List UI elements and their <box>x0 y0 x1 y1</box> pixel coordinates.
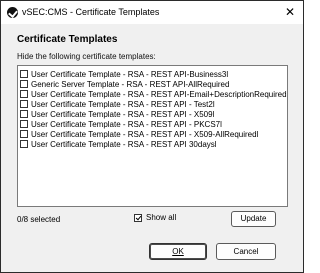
list-item[interactable]: User Certificate Template - RSA - REST A… <box>20 129 258 139</box>
show-all-toggle[interactable]: Show all <box>134 213 176 222</box>
window-title: vSEC:CMS - Certificate Templates <box>22 7 160 17</box>
cancel-button[interactable]: Cancel <box>216 243 276 260</box>
list-item[interactable]: Generic Server Template - RSA - REST API… <box>20 79 229 89</box>
dialog-body: Certificate Templates Hide the following… <box>1 24 303 272</box>
template-checkbox[interactable] <box>20 130 28 138</box>
list-item[interactable]: User Certificate Template - RSA - REST A… <box>20 69 228 79</box>
show-all-label: Show all <box>146 213 177 222</box>
certificate-templates-dialog: vSEC:CMS - Certificate Templates ✕ Certi… <box>0 0 304 273</box>
update-button[interactable]: Update <box>231 211 276 227</box>
template-checkbox[interactable] <box>20 90 28 98</box>
ok-button[interactable]: OK <box>149 243 207 260</box>
dialog-heading: Certificate Templates <box>17 34 118 45</box>
title-bar[interactable]: vSEC:CMS - Certificate Templates ✕ <box>1 1 303 24</box>
cancel-button-label: Cancel <box>233 247 259 256</box>
template-checkbox[interactable] <box>20 100 28 108</box>
template-label: User Certificate Template - RSA - REST A… <box>31 119 222 129</box>
list-item[interactable]: User Certificate Template - RSA - REST A… <box>20 139 217 149</box>
ok-button-label: OK <box>172 247 184 256</box>
template-label: User Certificate Template - RSA - REST A… <box>31 89 288 99</box>
selected-count: 0/8 selected <box>17 215 61 224</box>
list-item[interactable]: User Certificate Template - RSA - REST A… <box>20 109 214 119</box>
app-logo-icon <box>7 7 18 18</box>
list-item[interactable]: User Certificate Template - RSA - REST A… <box>20 99 215 109</box>
template-label: User Certificate Template - RSA - REST A… <box>31 99 215 109</box>
list-item[interactable]: User Certificate Template - RSA - REST A… <box>20 89 288 99</box>
template-label: User Certificate Template - RSA - REST A… <box>31 129 259 139</box>
template-label: Generic Server Template - RSA - REST API… <box>31 79 230 89</box>
show-all-checkbox[interactable] <box>134 213 142 222</box>
template-label: User Certificate Template - RSA - REST A… <box>31 69 229 79</box>
dialog-subtitle: Hide the following certificate templates… <box>17 52 156 61</box>
template-checkbox[interactable] <box>20 140 28 148</box>
template-label: User Certificate Template - RSA - REST A… <box>31 109 215 119</box>
list-item[interactable]: User Certificate Template - RSA - REST A… <box>20 119 222 129</box>
template-checkbox[interactable] <box>20 80 28 88</box>
template-list[interactable]: User Certificate Template - RSA - REST A… <box>17 65 288 207</box>
template-checkbox[interactable] <box>20 110 28 118</box>
template-checkbox[interactable] <box>20 70 28 78</box>
close-button[interactable]: ✕ <box>281 4 299 21</box>
template-label: User Certificate Template - RSA - REST A… <box>31 139 217 149</box>
template-checkbox[interactable] <box>20 120 28 128</box>
